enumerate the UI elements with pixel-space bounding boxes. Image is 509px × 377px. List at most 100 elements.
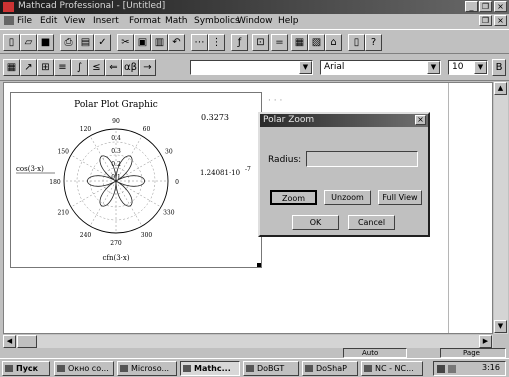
new-icon[interactable]: ▯ xyxy=(3,34,20,51)
align-down-icon[interactable]: ⋮ xyxy=(208,34,225,51)
start-button[interactable]: Пуск xyxy=(2,361,50,376)
open-icon[interactable]: ▱ xyxy=(20,34,37,51)
font-select[interactable]: Arial ▼ xyxy=(320,60,441,75)
plot-max-label: 0.3273 xyxy=(201,113,229,122)
calculator-palette-icon[interactable]: ▦ xyxy=(3,59,20,76)
paste-icon[interactable]: ▥ xyxy=(151,34,168,51)
ok-button[interactable]: OK xyxy=(292,215,339,230)
app-icon xyxy=(246,365,254,372)
status-bar: Auto Page xyxy=(0,348,509,358)
task-button-2-active[interactable]: Mathc... xyxy=(180,361,240,376)
angle-tick-label: 60 xyxy=(143,126,151,133)
polar-plot-svg: Polar Plot Graphic 0.3273 1.24081·10 -7 … xyxy=(16,100,251,262)
evaluation-palette-icon[interactable]: ≡ xyxy=(54,59,71,76)
chevron-down-icon[interactable]: ▼ xyxy=(299,61,312,74)
print-preview-icon[interactable]: ▤ xyxy=(77,34,94,51)
menu-format[interactable]: Format xyxy=(129,16,161,26)
calculate-icon[interactable]: = xyxy=(271,34,288,51)
menu-file[interactable]: File xyxy=(17,16,32,26)
polar-plot-region[interactable]: Polar Plot Graphic 0.3273 1.24081·10 -7 … xyxy=(10,92,262,268)
print-icon[interactable]: ⎙ xyxy=(60,34,77,51)
task-button-5[interactable]: NC - NC... xyxy=(361,361,423,376)
task-button-4[interactable]: DoShaP xyxy=(302,361,358,376)
folder-icon xyxy=(57,365,65,372)
task-label: Окно со... xyxy=(68,364,109,373)
menu-symbolics[interactable]: Symbolics xyxy=(194,16,240,26)
plot-min-exponent: -7 xyxy=(245,166,251,173)
style-select[interactable]: ▼ xyxy=(190,60,313,75)
right-margin-line xyxy=(448,83,449,333)
symbolic-palette-icon[interactable]: → xyxy=(139,59,156,76)
calculus-palette-icon[interactable]: ∫ xyxy=(71,59,88,76)
task-button-0[interactable]: Окно со... xyxy=(54,361,114,376)
bold-icon[interactable]: B xyxy=(492,59,506,76)
formatting-toolbar: ▦ ↗ ⊞ ≡ ∫ ≤ ⇐ αβ → ▼ Arial ▼ 10 ▼ B xyxy=(0,55,509,81)
horizontal-scrollbar[interactable]: ◀ ▶ xyxy=(3,335,493,348)
scroll-right-icon[interactable]: ▶ xyxy=(479,335,492,348)
spellcheck-icon[interactable]: ✓ xyxy=(94,34,111,51)
vertical-scrollbar[interactable]: ▲ ▼ xyxy=(494,82,508,334)
window-title: Mathcad Professional - [Untitled] xyxy=(18,1,166,11)
angle-tick-label: 150 xyxy=(57,149,69,156)
insert-unit-icon[interactable]: ⊡ xyxy=(252,34,269,51)
menu-edit[interactable]: Edit xyxy=(40,16,57,26)
menu-window[interactable]: Window xyxy=(237,16,273,26)
component-icon[interactable]: ⌂ xyxy=(325,34,342,51)
matrix-palette-icon[interactable]: ⊞ xyxy=(37,59,54,76)
dialog-close-button[interactable]: × xyxy=(415,115,426,125)
scroll-up-icon[interactable]: ▲ xyxy=(494,82,507,95)
menu-insert[interactable]: Insert xyxy=(93,16,119,26)
scroll-down-icon[interactable]: ▼ xyxy=(494,320,507,333)
radius-tick-label: 0.4 xyxy=(111,135,121,142)
scroll-thumb[interactable] xyxy=(17,335,37,348)
close-button[interactable]: × xyxy=(494,1,507,12)
cancel-button[interactable]: Cancel xyxy=(348,215,395,230)
radius-field[interactable] xyxy=(306,151,418,167)
greek-palette-icon[interactable]: αβ xyxy=(122,59,139,76)
angle-tick-label: 240 xyxy=(80,232,92,239)
angle-tick-label: 270 xyxy=(110,240,122,247)
doc-close-button[interactable]: × xyxy=(494,15,507,26)
insert-graph-icon[interactable]: ▦ xyxy=(291,34,308,51)
align-across-icon[interactable]: ⋯ xyxy=(191,34,208,51)
menu-view[interactable]: View xyxy=(64,16,85,26)
doc-restore-button[interactable]: ❐ xyxy=(479,15,492,26)
task-button-1[interactable]: Microso... xyxy=(117,361,177,376)
title-bar: Mathcad Professional - [Untitled] _ ❐ × xyxy=(0,0,509,14)
menu-help[interactable]: Help xyxy=(278,16,299,26)
app-icon xyxy=(305,365,313,372)
chevron-down-icon[interactable]: ▼ xyxy=(427,61,440,74)
zoom-button[interactable]: Zoom xyxy=(270,190,317,205)
task-label: DoShaP xyxy=(316,364,347,373)
resource-center-icon[interactable]: ▯ xyxy=(348,34,365,51)
scroll-left-icon[interactable]: ◀ xyxy=(3,335,16,348)
menu-math[interactable]: Math xyxy=(165,16,188,26)
minimize-button[interactable]: _ xyxy=(465,1,478,12)
tray-keyboard-icon[interactable] xyxy=(437,365,445,373)
undo-icon[interactable]: ↶ xyxy=(168,34,185,51)
help-icon[interactable]: ? xyxy=(365,34,382,51)
system-tray: 3:16 xyxy=(433,361,506,376)
insert-function-icon[interactable]: ƒ xyxy=(231,34,248,51)
save-icon[interactable]: ■ xyxy=(37,34,54,51)
programming-palette-icon[interactable]: ⇐ xyxy=(105,59,122,76)
unzoom-button[interactable]: Unzoom xyxy=(324,190,371,205)
region-resize-handle[interactable] xyxy=(257,263,261,267)
tray-volume-icon[interactable] xyxy=(448,365,456,373)
app-icon[interactable] xyxy=(3,2,14,12)
chevron-down-icon[interactable]: ▼ xyxy=(474,61,487,74)
restore-button[interactable]: ❐ xyxy=(479,1,492,12)
angle-tick-label: 120 xyxy=(80,126,92,133)
copy-icon[interactable]: ▣ xyxy=(134,34,151,51)
polar-spoke xyxy=(89,180,117,227)
graph-palette-icon[interactable]: ↗ xyxy=(20,59,37,76)
full-view-button[interactable]: Full View xyxy=(378,190,422,205)
font-value: Arial xyxy=(324,62,345,72)
cut-icon[interactable]: ✂ xyxy=(117,34,134,51)
boolean-palette-icon[interactable]: ≤ xyxy=(88,59,105,76)
task-button-3[interactable]: DoBGT xyxy=(243,361,299,376)
insert-matrix-icon[interactable]: ▧ xyxy=(308,34,325,51)
angle-tick-label: 30 xyxy=(165,149,173,156)
size-select[interactable]: 10 ▼ xyxy=(448,60,488,75)
doc-icon[interactable] xyxy=(4,16,14,25)
